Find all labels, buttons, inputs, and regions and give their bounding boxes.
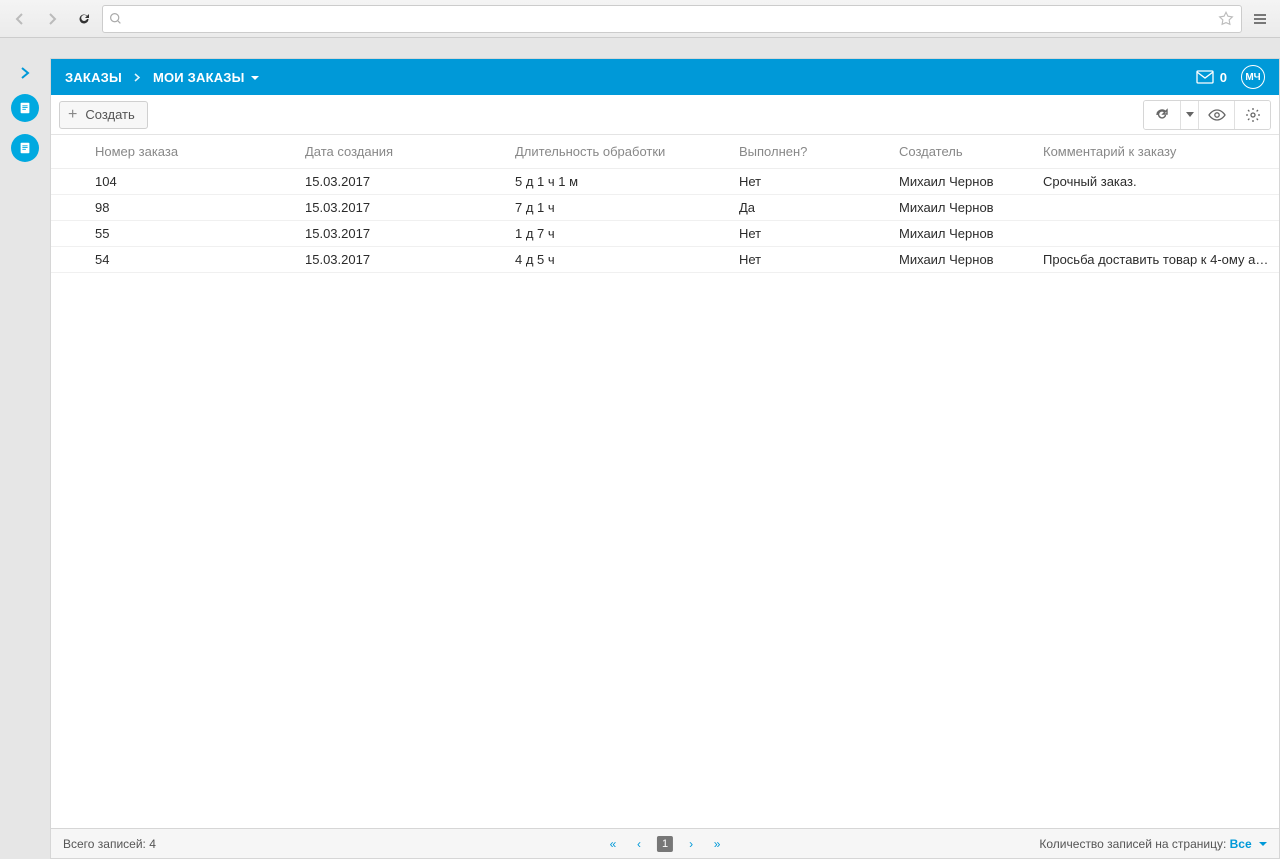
table-row[interactable]: 5515.03.20171 д 7 чНетМихаил Чернов	[51, 221, 1279, 247]
search-icon	[109, 12, 122, 25]
cell-duration: 4 д 5 ч	[499, 247, 723, 273]
col-number[interactable]: Номер заказа	[79, 135, 289, 169]
cell-number: 54	[79, 247, 289, 273]
sidebar-item-module[interactable]	[11, 134, 39, 162]
refresh-dropdown[interactable]	[1180, 101, 1198, 129]
cell-created: 15.03.2017	[289, 195, 499, 221]
cell-comment	[1027, 221, 1279, 247]
cell-creator: Михаил Чернов	[883, 247, 1027, 273]
breadcrumb-current[interactable]: МОИ ЗАКАЗЫ	[153, 70, 259, 85]
cell-number: 98	[79, 195, 289, 221]
main-panel: ЗАКАЗЫ МОИ ЗАКАЗЫ 0 МЧ + Создать	[50, 58, 1280, 859]
table-header-row: Номер заказа Дата создания Длительность …	[51, 135, 1279, 169]
browser-toolbar	[0, 0, 1280, 38]
cell-duration: 7 д 1 ч	[499, 195, 723, 221]
mail-count: 0	[1220, 70, 1227, 85]
col-checkbox[interactable]	[51, 135, 79, 169]
pager-prev[interactable]: ‹	[631, 835, 647, 853]
pager-current: 1	[657, 836, 673, 852]
browser-forward-button[interactable]	[38, 5, 66, 33]
cell-creator: Михаил Чернов	[883, 169, 1027, 195]
orders-table: Номер заказа Дата создания Длительность …	[51, 135, 1279, 273]
pager-last[interactable]: »	[709, 835, 725, 853]
sidebar-item-orders[interactable]	[11, 94, 39, 122]
cell-done: Да	[723, 195, 883, 221]
browser-address-bar[interactable]	[102, 5, 1242, 33]
toolbar: + Создать	[51, 95, 1279, 135]
col-duration[interactable]: Длительность обработки	[499, 135, 723, 169]
cell-done: Нет	[723, 247, 883, 273]
total-records-label: Всего записей: 4	[63, 837, 156, 851]
user-avatar[interactable]: МЧ	[1241, 65, 1265, 89]
cell-duration: 5 д 1 ч 1 м	[499, 169, 723, 195]
cell-checkbox[interactable]	[51, 221, 79, 247]
cell-comment: Срочный заказ.	[1027, 169, 1279, 195]
per-page-value: Все	[1230, 837, 1252, 851]
breadcrumb-bar: ЗАКАЗЫ МОИ ЗАКАЗЫ 0 МЧ	[51, 59, 1279, 95]
browser-menu-button[interactable]	[1246, 5, 1274, 33]
mail-badge[interactable]: 0	[1196, 70, 1227, 85]
bookmark-star-icon[interactable]	[1217, 10, 1235, 28]
sidebar-toggle[interactable]	[16, 64, 34, 82]
table-row[interactable]: 5415.03.20174 д 5 чНетМихаил ЧерновПрось…	[51, 247, 1279, 273]
cell-creator: Михаил Чернов	[883, 195, 1027, 221]
cell-checkbox[interactable]	[51, 195, 79, 221]
status-bar: Всего записей: 4 « ‹ 1 › » Количество за…	[51, 828, 1279, 858]
pager-first[interactable]: «	[605, 835, 621, 853]
mail-icon	[1196, 70, 1214, 84]
breadcrumb-root[interactable]: ЗАКАЗЫ	[65, 70, 122, 85]
sidebar	[0, 58, 50, 859]
chevron-down-icon	[1255, 837, 1267, 851]
per-page-control[interactable]: Количество записей на страницу: Все	[1039, 837, 1267, 851]
table-scroll[interactable]: Номер заказа Дата создания Длительность …	[51, 135, 1279, 828]
cell-created: 15.03.2017	[289, 221, 499, 247]
create-button-label: Создать	[85, 107, 134, 122]
cell-created: 15.03.2017	[289, 247, 499, 273]
cell-done: Нет	[723, 169, 883, 195]
create-button[interactable]: + Создать	[59, 101, 148, 129]
per-page-label: Количество записей на страницу:	[1039, 837, 1226, 851]
browser-back-button[interactable]	[6, 5, 34, 33]
plus-icon: +	[68, 107, 77, 123]
pager: « ‹ 1 › »	[605, 835, 725, 853]
cell-done: Нет	[723, 221, 883, 247]
table-row[interactable]: 10415.03.20175 д 1 ч 1 мНетМихаил Чернов…	[51, 169, 1279, 195]
cell-checkbox[interactable]	[51, 247, 79, 273]
refresh-button[interactable]	[1144, 101, 1180, 129]
browser-reload-button[interactable]	[70, 5, 98, 33]
browser-url-input[interactable]	[128, 11, 1211, 26]
cell-checkbox[interactable]	[51, 169, 79, 195]
pager-next[interactable]: ›	[683, 835, 699, 853]
toolbar-actions	[1143, 100, 1271, 130]
view-button[interactable]	[1198, 101, 1234, 129]
cell-creator: Михаил Чернов	[883, 221, 1027, 247]
settings-button[interactable]	[1234, 101, 1270, 129]
cell-comment	[1027, 195, 1279, 221]
table-row[interactable]: 9815.03.20177 д 1 чДаМихаил Чернов	[51, 195, 1279, 221]
col-created[interactable]: Дата создания	[289, 135, 499, 169]
cell-comment: Просьба доставить товар к 4-ому апреля.	[1027, 247, 1279, 273]
cell-duration: 1 д 7 ч	[499, 221, 723, 247]
cell-created: 15.03.2017	[289, 169, 499, 195]
chevron-right-icon	[134, 73, 141, 82]
col-comment[interactable]: Комментарий к заказу	[1027, 135, 1279, 169]
cell-number: 55	[79, 221, 289, 247]
col-done[interactable]: Выполнен?	[723, 135, 883, 169]
cell-number: 104	[79, 169, 289, 195]
col-creator[interactable]: Создатель	[883, 135, 1027, 169]
